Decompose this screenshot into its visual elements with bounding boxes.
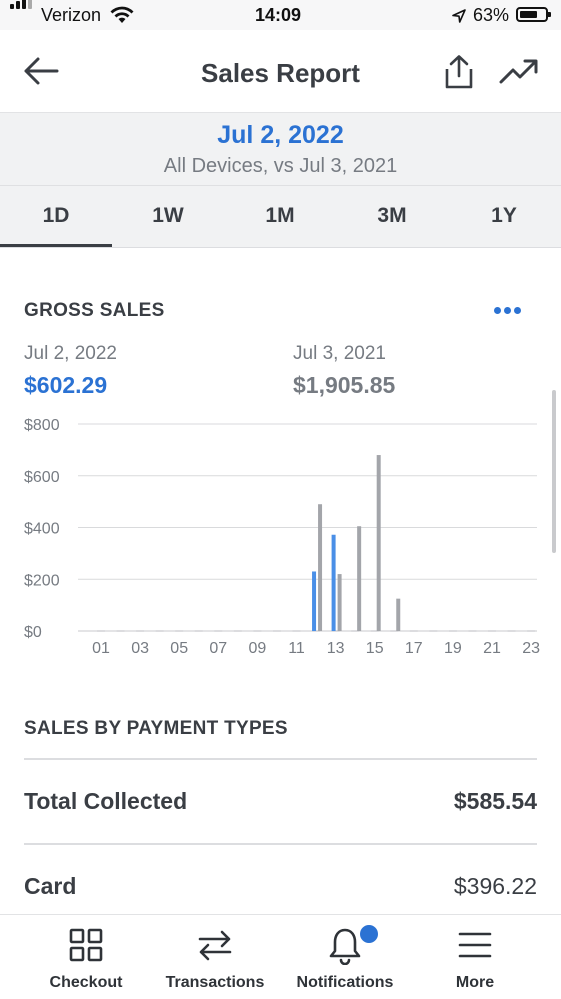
comparison-subtitle: All Devices, vs Jul 3, 2021 xyxy=(163,155,398,177)
row-label: Total Collected xyxy=(24,788,188,814)
gross-sales-title: GROSS SALES xyxy=(24,300,165,321)
divider xyxy=(24,843,537,845)
notification-badge xyxy=(358,923,380,945)
date-selector[interactable]: Jul 2, 2022 All Devices, vs Jul 3, 2021 xyxy=(0,113,561,186)
x-tick-label: 21 xyxy=(483,640,501,657)
chart-bar[interactable] xyxy=(396,598,401,631)
y-tick-label: $800 xyxy=(24,417,60,434)
x-tick-label: 07 xyxy=(209,640,227,657)
chart-bar[interactable] xyxy=(337,574,342,631)
x-tick-label: 15 xyxy=(366,640,384,657)
x-tick-label: 09 xyxy=(249,640,267,657)
chart-bar[interactable] xyxy=(376,455,381,631)
carrier-label: Verizon xyxy=(41,5,102,25)
chart-bar[interactable] xyxy=(357,526,362,631)
trending-up-icon[interactable] xyxy=(499,56,539,86)
y-tick-label: $200 xyxy=(24,572,60,589)
chart-bar[interactable] xyxy=(331,534,336,631)
tab-3m[interactable]: 3M xyxy=(336,186,448,247)
x-tick-label: 13 xyxy=(327,640,345,657)
battery-percent: 63% xyxy=(473,5,510,25)
tab-1m[interactable]: 1M xyxy=(224,186,336,247)
y-tick-label: $0 xyxy=(24,624,42,641)
tab-1d[interactable]: 1D xyxy=(0,186,112,247)
payment-types-title: SALES BY PAYMENT TYPES xyxy=(24,718,288,739)
nav-label: Notifications xyxy=(296,974,394,991)
row-value: $396.22 xyxy=(453,873,537,899)
share-icon[interactable] xyxy=(441,54,477,90)
nav-more[interactable]: More xyxy=(405,915,545,999)
x-tick-label: 05 xyxy=(170,640,188,657)
nav-label: Transactions xyxy=(165,974,265,991)
gross-sales-chart[interactable]: $0 $200 $400 $600 $800 01 03 05 07 09 11 13 15 17 19 21… xyxy=(0,405,561,660)
tab-1w[interactable]: 1W xyxy=(112,186,224,247)
tab-1y[interactable]: 1Y xyxy=(448,186,560,247)
x-tick-label: 19 xyxy=(444,640,462,657)
x-tick-label: 01 xyxy=(92,640,110,657)
x-tick-label: 03 xyxy=(131,640,149,657)
chart-bar[interactable] xyxy=(318,504,323,631)
row-label: Card xyxy=(24,873,77,899)
nav-notifications[interactable]: Notifications xyxy=(275,915,415,999)
grid-icon xyxy=(69,928,103,962)
status-bar: Verizon 14:09 63% xyxy=(0,0,561,30)
row-value: $585.54 xyxy=(453,788,537,814)
nav-checkout[interactable]: Checkout xyxy=(16,915,156,999)
more-options-icon[interactable] xyxy=(494,307,524,317)
list-item[interactable]: Card $396.22 xyxy=(24,873,537,903)
previous-period-label: Jul 3, 2021 xyxy=(293,343,386,364)
x-tick-label: 17 xyxy=(405,640,423,657)
chart-bar[interactable] xyxy=(312,571,317,631)
current-period-label: Jul 2, 2022 xyxy=(24,343,117,364)
period-tabs: 1D 1W 1M 3M 1Y xyxy=(0,186,561,248)
x-tick-label: 11 xyxy=(288,640,305,657)
divider xyxy=(24,758,537,760)
x-tick-label: 23 xyxy=(522,640,540,657)
location-arrow-icon xyxy=(452,9,466,23)
y-tick-label: $400 xyxy=(24,521,60,538)
menu-icon xyxy=(458,932,492,958)
previous-gross-sales: $1,905.85 xyxy=(293,372,396,398)
scrollbar[interactable] xyxy=(552,390,556,553)
current-gross-sales: $602.29 xyxy=(24,372,108,398)
clock: 14:09 xyxy=(255,5,302,25)
nav-label: Checkout xyxy=(49,974,123,991)
nav-label: More xyxy=(455,974,495,991)
selected-date[interactable]: Jul 2, 2022 xyxy=(0,121,561,150)
bottom-navigation: Checkout Transactions Notifications More xyxy=(0,914,561,998)
navigation-bar: Sales Report xyxy=(0,30,561,113)
wifi-icon xyxy=(110,6,134,23)
battery-icon xyxy=(516,7,551,22)
swap-arrows-icon xyxy=(198,930,232,961)
list-item[interactable]: Total Collected $585.54 xyxy=(24,788,537,818)
nav-transactions[interactable]: Transactions xyxy=(145,915,285,999)
y-tick-label: $600 xyxy=(24,469,60,486)
